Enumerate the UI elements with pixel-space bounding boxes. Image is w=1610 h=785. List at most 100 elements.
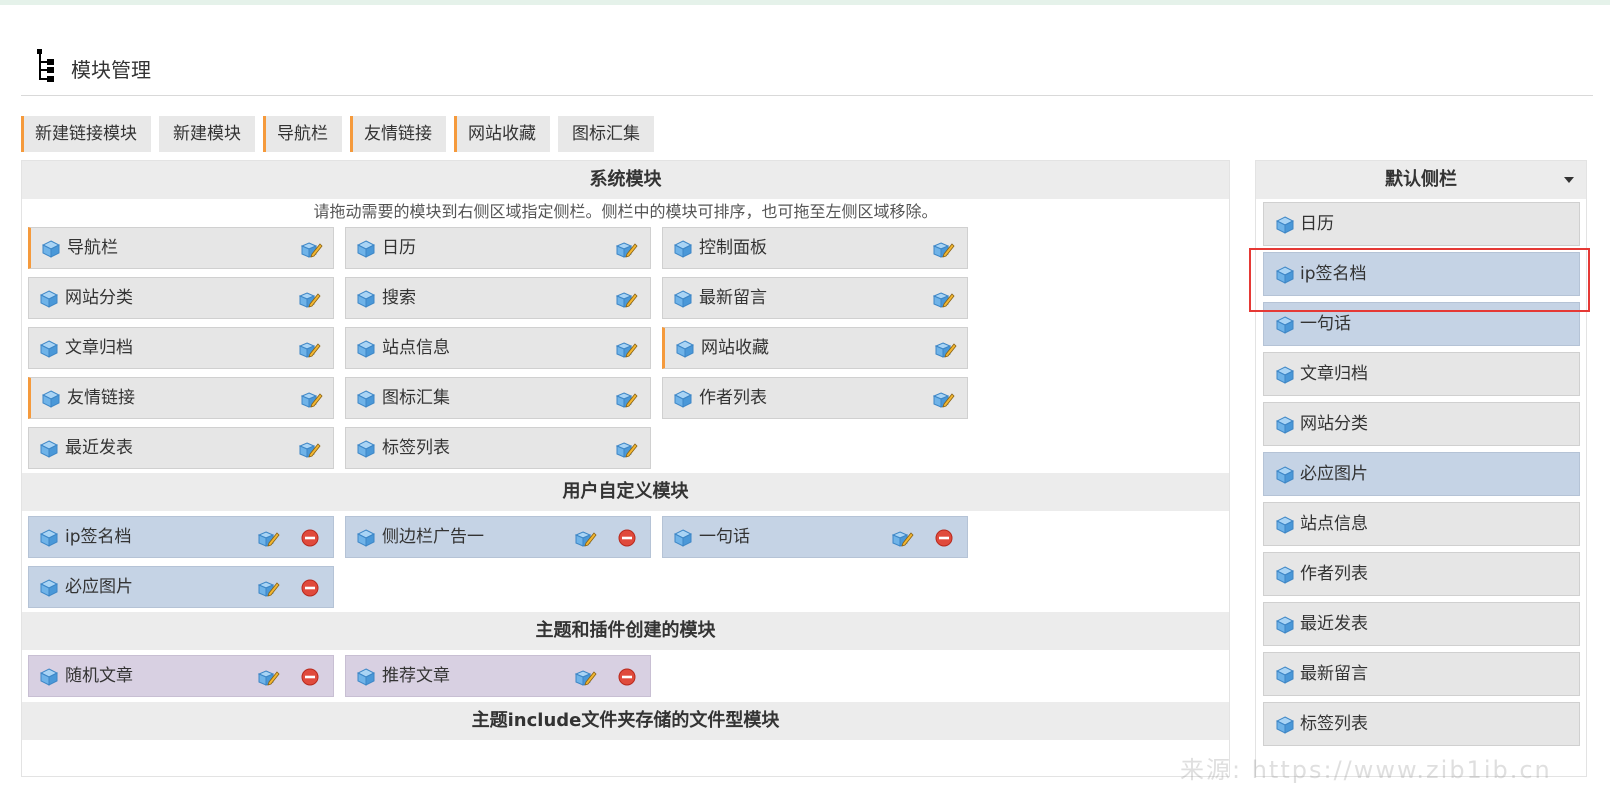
module-item[interactable]: 最近发表 [28, 427, 334, 469]
edit-module-icon[interactable] [891, 527, 914, 549]
module-item[interactable]: 必应图片 [28, 566, 334, 608]
icon-collection-button[interactable]: 图标汇集 [558, 116, 654, 152]
collapse-caret-icon[interactable] [1564, 177, 1574, 183]
module-item[interactable]: 一句话 [662, 516, 968, 558]
module-cube-icon [1275, 416, 1295, 434]
module-cube-icon [39, 340, 59, 358]
edit-module-icon[interactable] [615, 238, 638, 260]
module-item[interactable]: 导航栏 [28, 227, 334, 269]
module-cube-icon [39, 529, 59, 547]
edit-module-icon[interactable] [300, 388, 323, 410]
default-sidebar-panel: 默认侧栏 日历 ip签名档 一句话 文章归档 网站分类 必应图片 站点信息 作者列表 最近发表最… [1255, 160, 1587, 777]
module-cube-icon [39, 290, 59, 308]
edit-module-icon[interactable] [615, 438, 638, 460]
sidebar-module-name: 标签列表 [1300, 714, 1368, 734]
module-name: 作者列表 [699, 388, 767, 408]
sidebar-module-name: 最近发表 [1300, 614, 1368, 634]
module-item[interactable]: 侧边栏广告一 [345, 516, 651, 558]
edit-module-icon[interactable] [932, 388, 955, 410]
delete-module-icon[interactable] [301, 529, 319, 547]
new-module-button[interactable]: 新建模块 [159, 116, 255, 152]
module-item[interactable]: 网站分类 [28, 277, 334, 319]
edit-module-icon[interactable] [932, 238, 955, 260]
module-item[interactable]: 友情链接 [28, 377, 334, 419]
module-name: 图标汇集 [382, 388, 450, 408]
edit-module-icon[interactable] [298, 438, 321, 460]
toolbar: 新建链接模块 新建模块 导航栏 友情链接 网站收藏 图标汇集 [21, 116, 654, 152]
edit-module-icon[interactable] [615, 388, 638, 410]
delete-module-icon[interactable] [618, 529, 636, 547]
module-cube-icon [1275, 716, 1295, 734]
module-item[interactable]: 搜索 [345, 277, 651, 319]
edit-module-icon[interactable] [615, 288, 638, 310]
module-item[interactable]: 作者列表 [662, 377, 968, 419]
delete-module-icon[interactable] [935, 529, 953, 547]
sidebar-module-name: 最新留言 [1300, 664, 1368, 684]
module-name: 网站分类 [65, 288, 133, 308]
delete-module-icon[interactable] [618, 668, 636, 686]
edit-module-icon[interactable] [257, 527, 280, 549]
module-item[interactable]: 控制面板 [662, 227, 968, 269]
module-item[interactable]: ip签名档 [28, 516, 334, 558]
sidebar-module-item[interactable]: 文章归档 [1263, 352, 1580, 396]
module-name: 日历 [382, 238, 416, 258]
sidebar-module-item[interactable]: 最近发表 [1263, 602, 1580, 646]
sidebar-module-item[interactable]: 标签列表 [1263, 702, 1580, 746]
edit-module-icon[interactable] [257, 577, 280, 599]
module-item[interactable]: 推荐文章 [345, 655, 651, 697]
sidebar-module-item[interactable]: ip签名档 [1263, 252, 1580, 296]
module-name: 网站收藏 [701, 338, 769, 358]
edit-module-icon[interactable] [257, 666, 280, 688]
page-title: 模块管理 [71, 58, 151, 82]
user-modules-heading: 用户自定义模块 [22, 473, 1229, 511]
sidebar-module-item[interactable]: 必应图片 [1263, 452, 1580, 496]
module-name: ip签名档 [65, 527, 132, 547]
module-cube-icon [673, 290, 693, 308]
module-name: 最新留言 [699, 288, 767, 308]
module-name: 控制面板 [699, 238, 767, 258]
edit-module-icon[interactable] [574, 527, 597, 549]
module-cube-icon [1275, 616, 1295, 634]
sidebar-module-name: 文章归档 [1300, 364, 1368, 384]
module-cube-icon [673, 240, 693, 258]
delete-module-icon[interactable] [301, 579, 319, 597]
favorites-button[interactable]: 网站收藏 [454, 116, 550, 152]
module-item[interactable]: 网站收藏 [662, 327, 968, 369]
module-item[interactable]: 日历 [345, 227, 651, 269]
top-accent-bar [0, 0, 1610, 5]
sidebar-module-item[interactable]: 网站分类 [1263, 402, 1580, 446]
module-item[interactable]: 标签列表 [345, 427, 651, 469]
watermark: 来源: https://www.zib1ib.cn [1180, 756, 1552, 784]
sidebar-module-item[interactable]: 作者列表 [1263, 552, 1580, 596]
sidebar-module-item[interactable]: 站点信息 [1263, 502, 1580, 546]
new-link-module-button[interactable]: 新建链接模块 [21, 116, 151, 152]
edit-module-icon[interactable] [298, 338, 321, 360]
module-name: 友情链接 [67, 388, 135, 408]
friend-links-button[interactable]: 友情链接 [350, 116, 446, 152]
sidebar-module-item[interactable]: 最新留言 [1263, 652, 1580, 696]
sidebar-module-item[interactable]: 日历 [1263, 202, 1580, 246]
module-item[interactable]: 图标汇集 [345, 377, 651, 419]
module-name: 必应图片 [65, 577, 133, 597]
module-cube-icon [39, 579, 59, 597]
module-name: 随机文章 [65, 666, 133, 686]
edit-module-icon[interactable] [934, 338, 957, 360]
module-cube-icon [356, 529, 376, 547]
edit-module-icon[interactable] [574, 666, 597, 688]
module-item[interactable]: 站点信息 [345, 327, 651, 369]
module-item[interactable]: 文章归档 [28, 327, 334, 369]
navbar-button[interactable]: 导航栏 [263, 116, 342, 152]
edit-module-icon[interactable] [932, 288, 955, 310]
module-name: 最近发表 [65, 438, 133, 458]
edit-module-icon[interactable] [298, 288, 321, 310]
sidebar-module-item[interactable]: 一句话 [1263, 302, 1580, 346]
module-item[interactable]: 最新留言 [662, 277, 968, 319]
edit-module-icon[interactable] [615, 338, 638, 360]
module-cube-icon [1275, 666, 1295, 684]
module-item[interactable]: 随机文章 [28, 655, 334, 697]
module-name: 导航栏 [67, 238, 118, 258]
module-cube-icon [1275, 516, 1295, 534]
delete-module-icon[interactable] [301, 668, 319, 686]
module-cube-icon [1275, 366, 1295, 384]
edit-module-icon[interactable] [300, 238, 323, 260]
